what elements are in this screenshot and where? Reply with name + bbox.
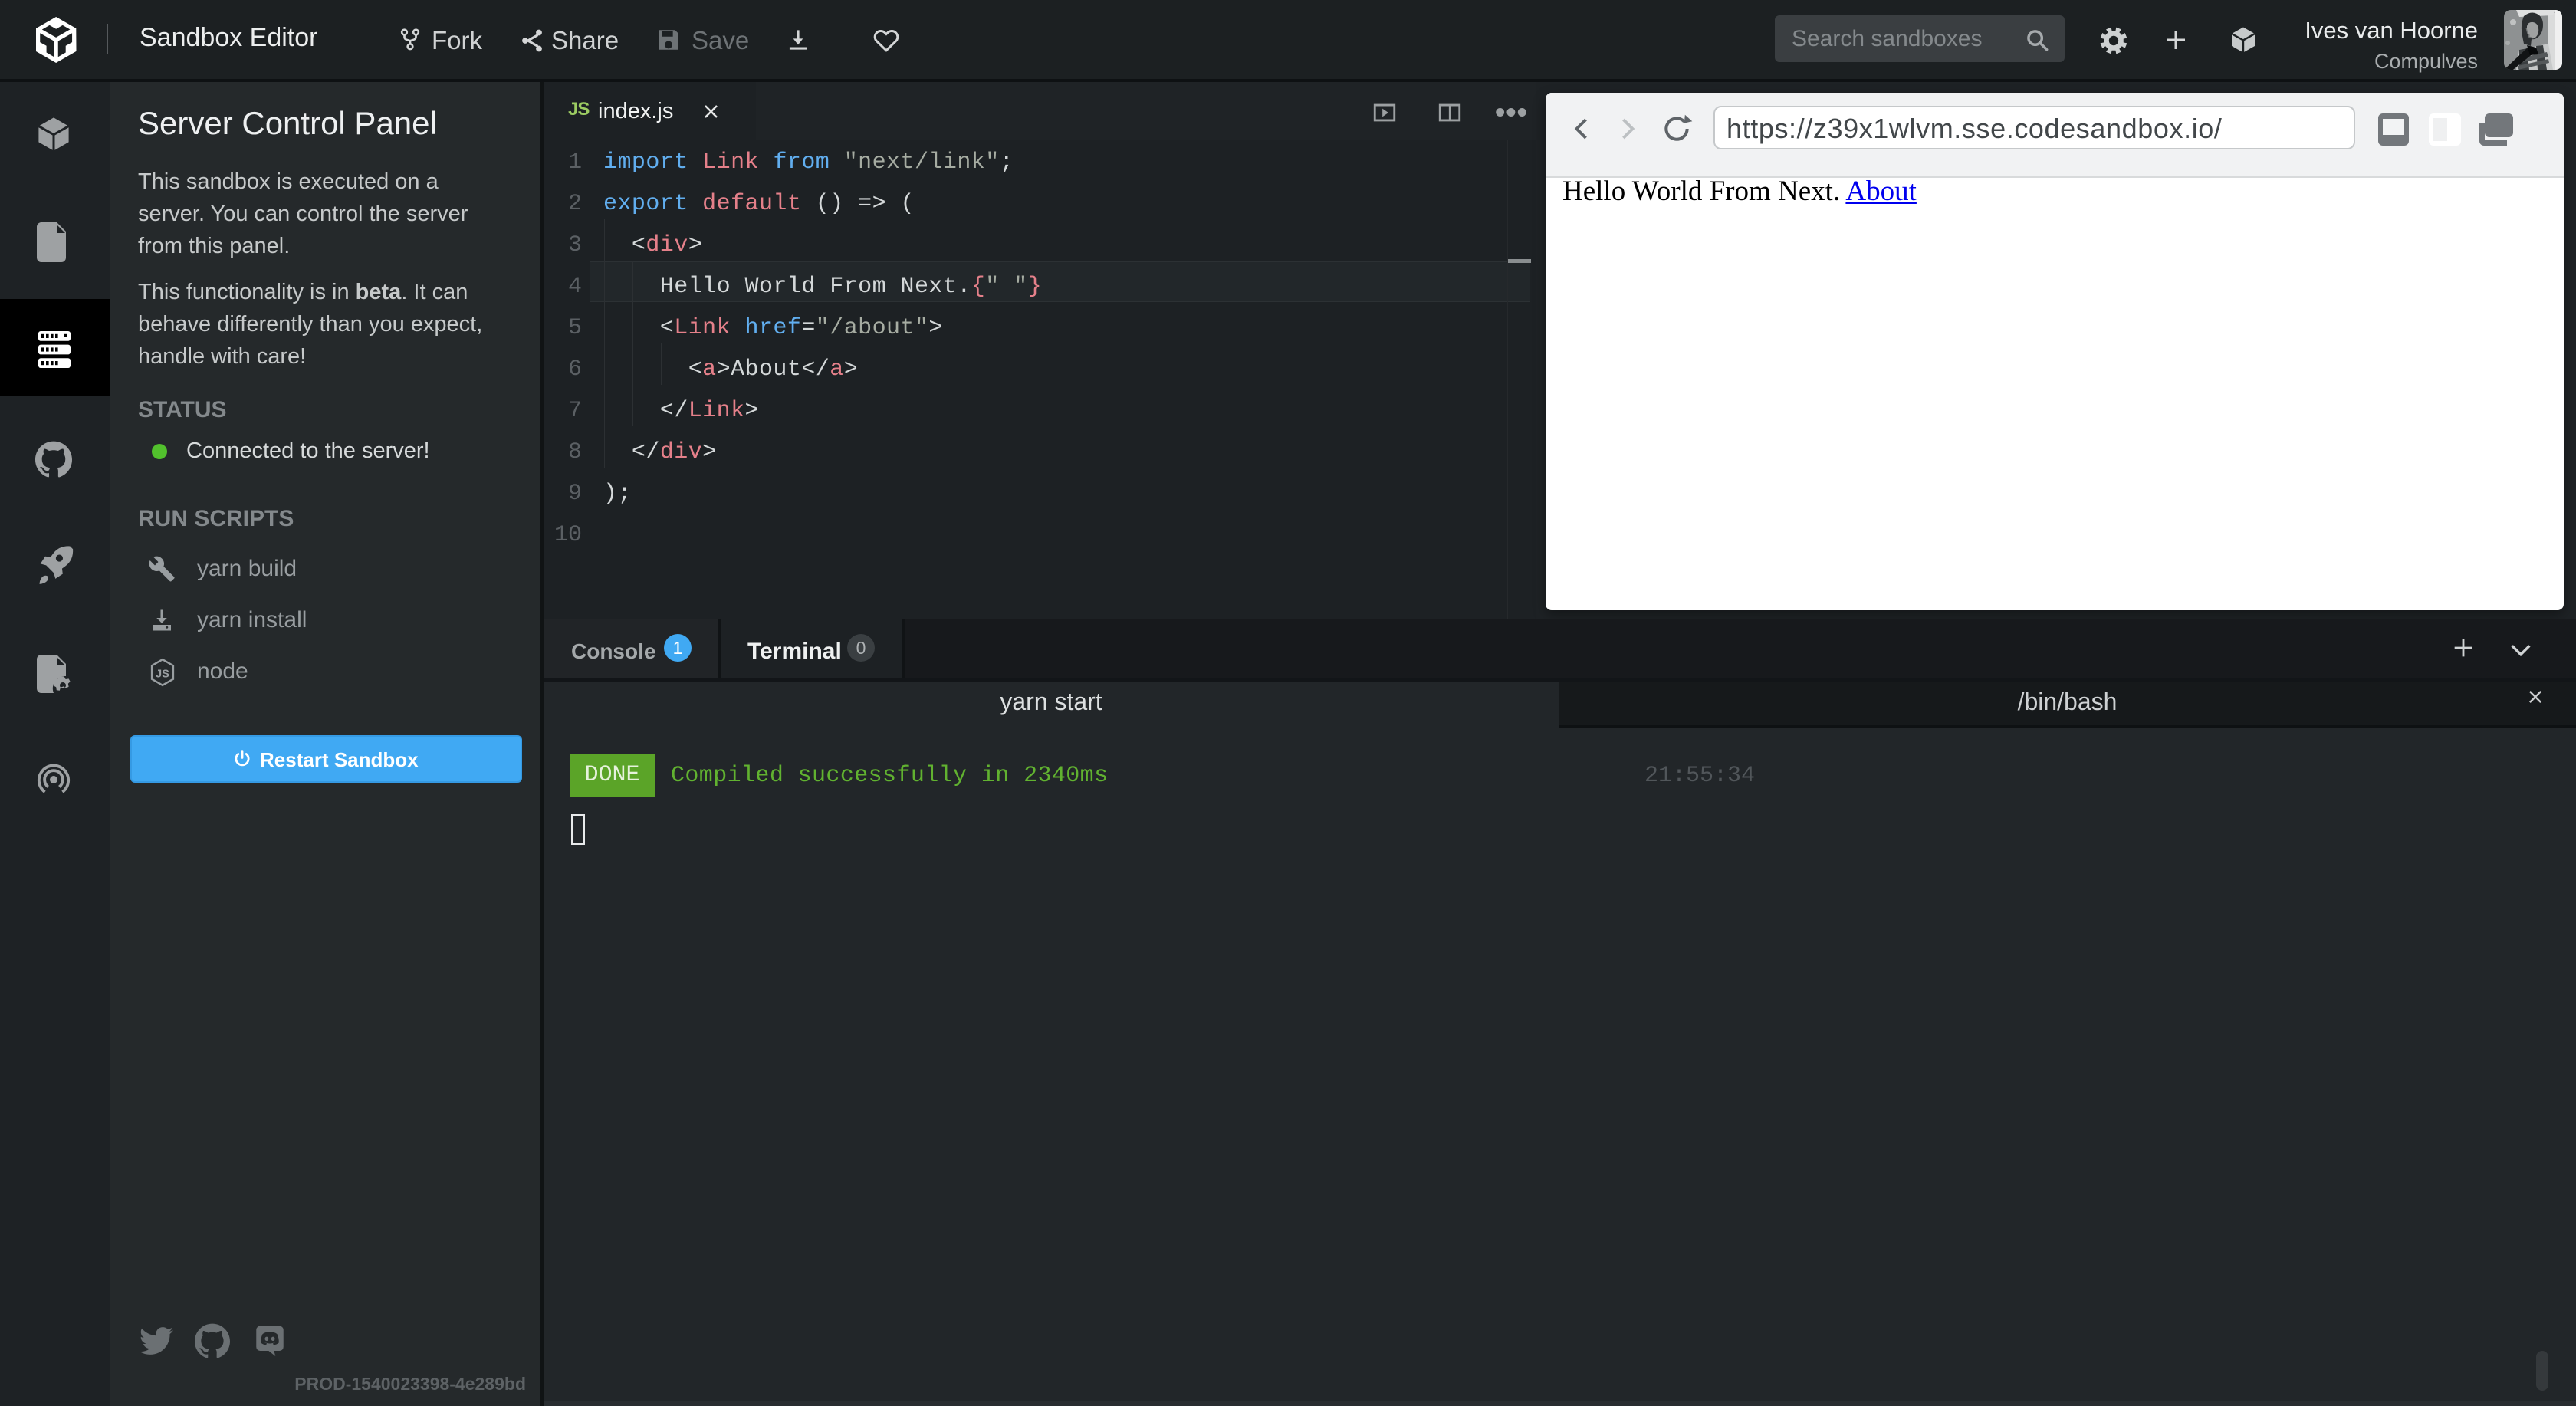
svg-text:JS: JS (156, 669, 169, 681)
